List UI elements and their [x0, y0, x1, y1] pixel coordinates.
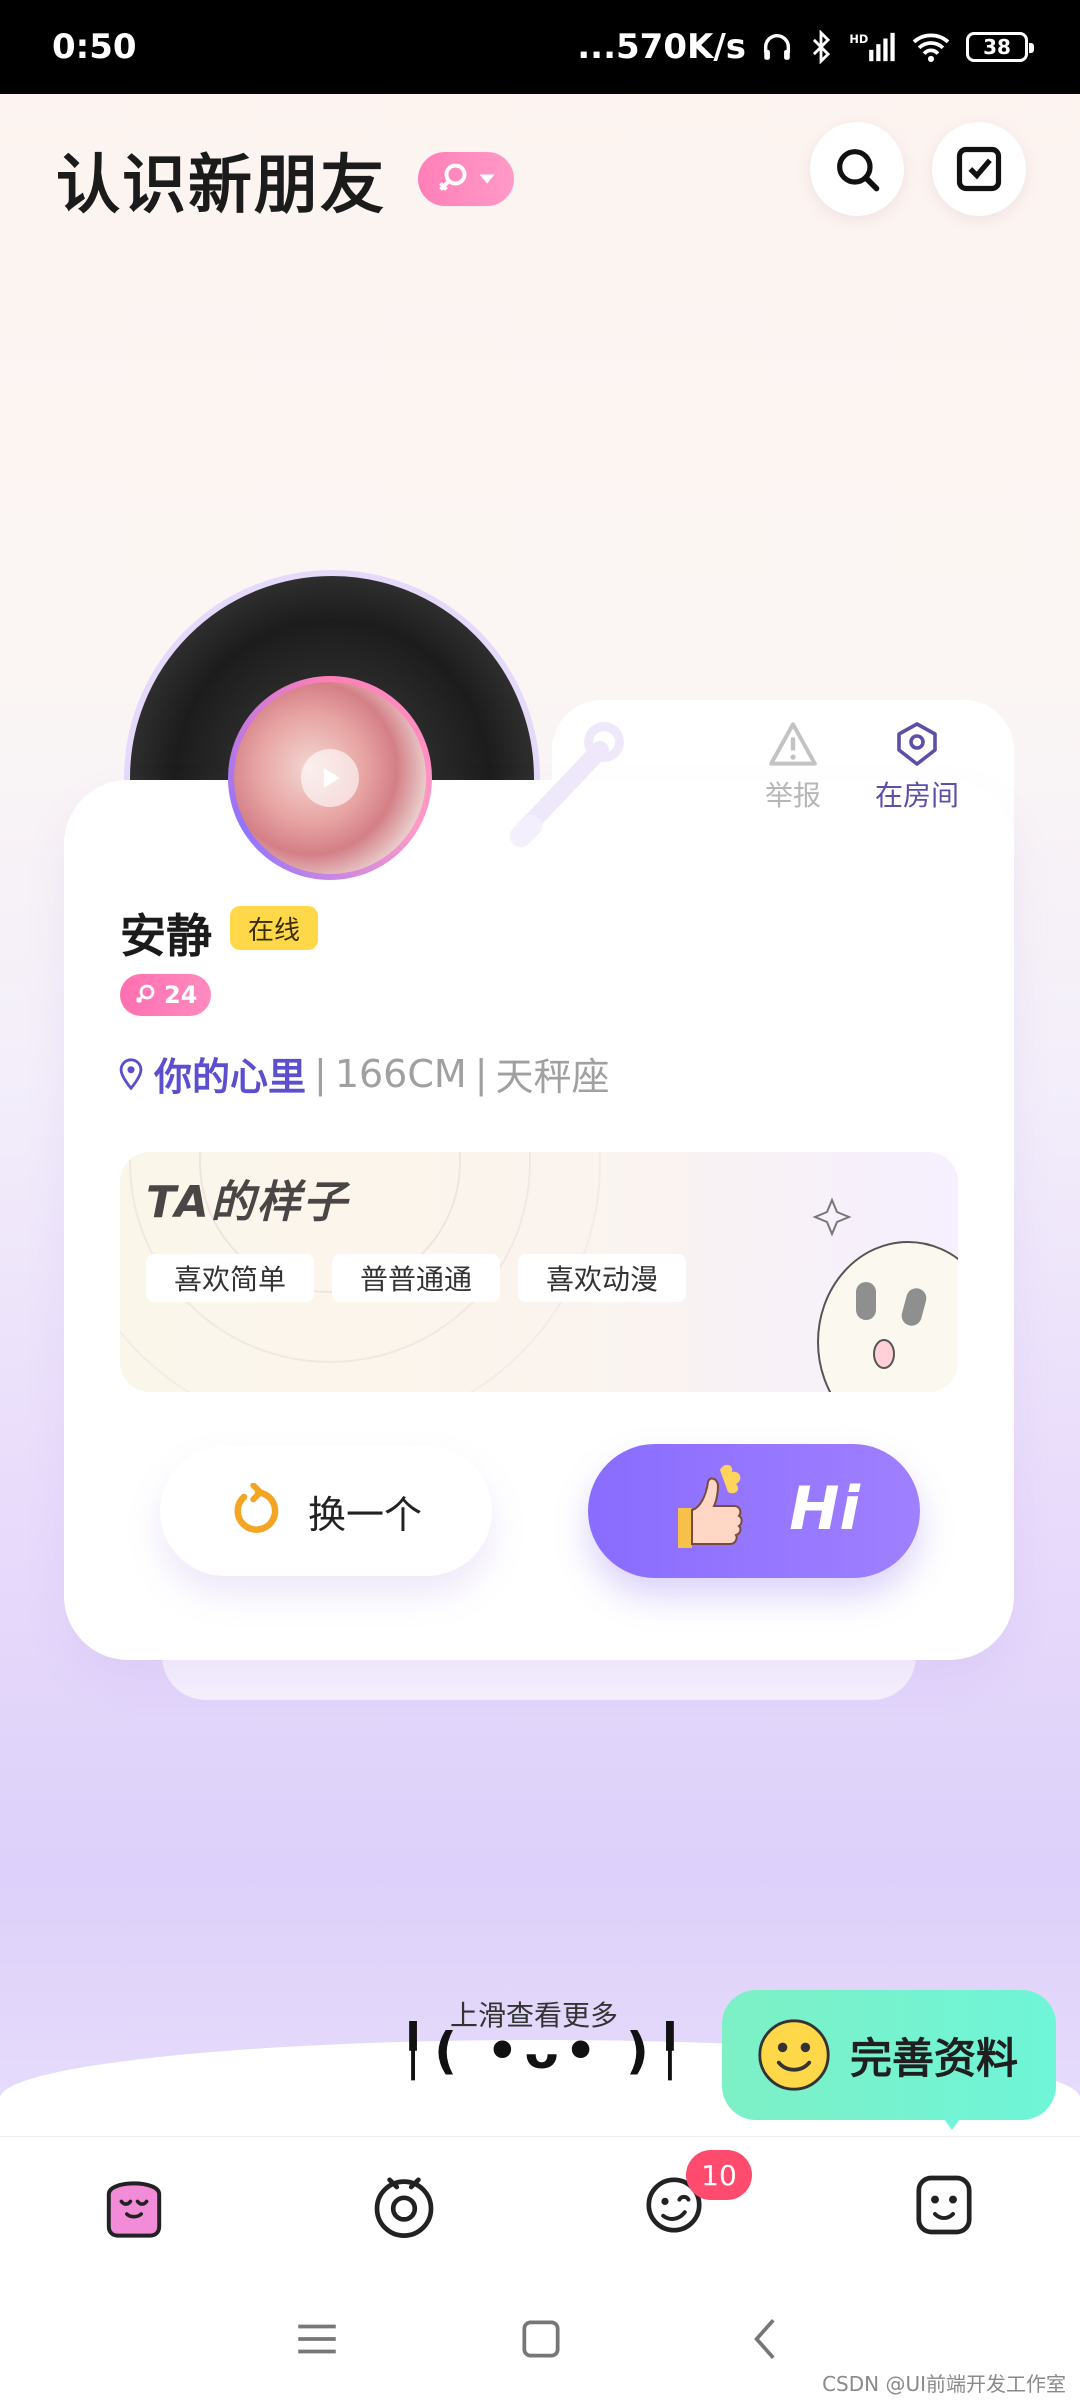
online-status-badge: 在线 — [230, 906, 319, 950]
battery-indicator: 38 — [966, 32, 1034, 62]
page-title: 认识新朋友 — [56, 149, 386, 223]
report-button[interactable]: 举报 — [752, 720, 834, 814]
profile-name: 安静 — [120, 909, 212, 963]
separator: | — [314, 1051, 327, 1096]
ta-appearance-panel: TA的样子 喜欢简单 普普通通 喜欢动漫 — [120, 1152, 958, 1392]
headphone-icon — [763, 34, 791, 60]
thumbs-up-icon — [678, 1464, 743, 1548]
tooltip-tail — [942, 2116, 962, 2130]
gender-filter-dropdown[interactable] — [418, 152, 514, 206]
complete-profile-button[interactable]: 完善资料 — [722, 1990, 1056, 2120]
warning-icon — [769, 722, 817, 766]
complete-profile-label: 完善资料 — [850, 2033, 1019, 2083]
smiley-icon — [758, 2019, 830, 2091]
zodiac-text: 天秤座 — [495, 1055, 610, 1099]
refresh-icon — [234, 1483, 279, 1533]
tonearm-icon — [509, 722, 624, 848]
home-square-icon[interactable] — [516, 2314, 566, 2364]
watermark: CSDN @UI前端开发工作室 — [822, 2372, 1066, 2396]
location-pin-icon — [119, 1057, 143, 1090]
height-text: 166CM — [334, 1051, 467, 1096]
svg-text:HD: HD — [849, 32, 868, 46]
back-chevron-icon[interactable] — [742, 2314, 792, 2364]
age-badge: 24 — [120, 974, 212, 1016]
tag-item: 喜欢动漫 — [518, 1254, 687, 1302]
swipe-face-emoticon: ╿( •ᴗ• )╿ — [398, 2022, 691, 2080]
age-value: 24 — [164, 981, 198, 1009]
bottom-tab-bar — [0, 2136, 1080, 2270]
female-icon — [439, 163, 467, 191]
swap-label: 换一个 — [307, 1492, 422, 1537]
avatar-photo — [234, 682, 426, 874]
in-room-button[interactable]: 在房间 — [862, 720, 972, 814]
hi-label: Hi — [789, 1474, 860, 1544]
location-shield-icon — [897, 722, 937, 766]
separator: | — [474, 1051, 488, 1096]
female-icon — [136, 984, 155, 1003]
menu-icon[interactable] — [292, 2314, 342, 2364]
play-icon[interactable] — [301, 749, 359, 807]
search-icon — [837, 149, 880, 192]
avatar[interactable] — [228, 676, 432, 880]
tab-discover-icon[interactable] — [368, 2169, 440, 2241]
location-text: 你的心里 — [154, 1055, 307, 1099]
status-icons: ...570K/s HD 38 — [577, 27, 1034, 67]
tag-list: 喜欢简单 普普通通 喜欢动漫 — [146, 1254, 687, 1302]
in-room-label: 在房间 — [874, 779, 959, 812]
ta-title: TA的样子 — [146, 1177, 349, 1228]
tab-home-icon[interactable] — [98, 2169, 170, 2241]
messages-badge: 10 — [686, 2150, 752, 2200]
tag-item: 喜欢简单 — [146, 1254, 315, 1302]
signal-icon: HD — [849, 32, 895, 62]
profile-info-line: 你的心里 | 166CM | 天秤座 — [116, 1046, 610, 1101]
status-bar: 0:50 ...570K/s HD 38 — [0, 0, 1080, 94]
chevron-down-icon — [479, 174, 495, 184]
network-speed: ...570K/s — [577, 27, 746, 67]
checkin-button[interactable] — [932, 122, 1026, 216]
tab-profile-icon[interactable] — [908, 2169, 980, 2241]
search-button[interactable] — [810, 122, 904, 216]
status-time: 0:50 — [52, 27, 137, 67]
report-label: 举报 — [764, 779, 821, 812]
swap-button[interactable]: 换一个 — [160, 1446, 492, 1576]
wifi-icon — [912, 33, 950, 62]
tag-item: 普普通通 — [332, 1254, 501, 1302]
say-hi-button[interactable]: Hi — [588, 1444, 920, 1578]
checkbox-icon — [956, 146, 1002, 192]
bluetooth-icon — [812, 30, 831, 64]
ghost-mascot-icon — [817, 1241, 958, 1392]
